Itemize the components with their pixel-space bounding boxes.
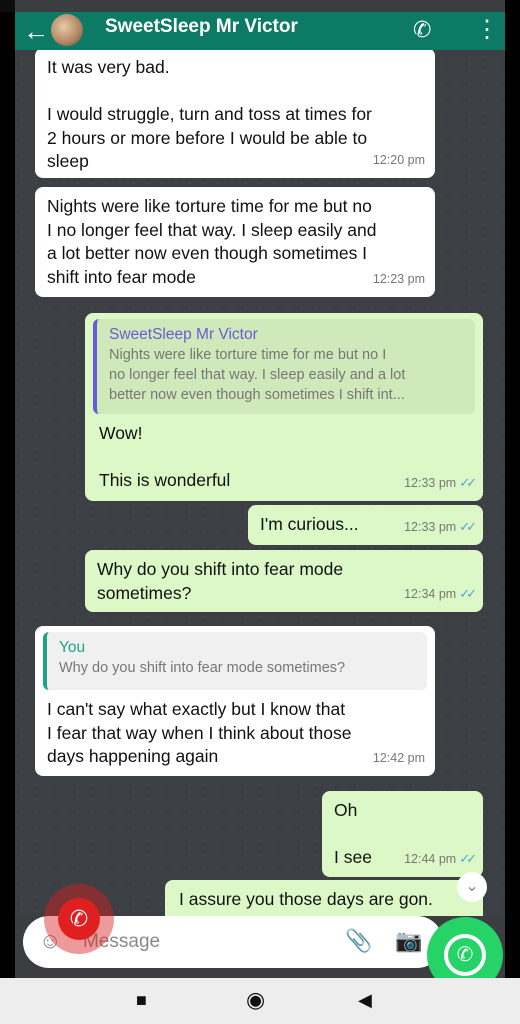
message-time: 12:34 pm	[404, 586, 457, 601]
chat-header: ← SweetSleep Mr Victor ✆ ⋮	[15, 12, 505, 50]
read-ticks-icon: ✓✓	[459, 850, 477, 866]
message-outgoing[interactable]: I'm curious... 12:33 pm ✓✓	[248, 505, 483, 545]
quoted-sender: SweetSleep Mr Victor	[109, 326, 258, 343]
message-time: 12:33 pm	[404, 519, 457, 534]
message-incoming[interactable]: Nights were like torture time for me but…	[35, 187, 435, 297]
message-text: I can't say what exactly but I know that…	[47, 699, 352, 766]
message-incoming[interactable]: It was very bad. I would struggle, turn …	[35, 50, 435, 178]
attach-icon[interactable]: 📎	[345, 928, 372, 954]
nav-back-icon[interactable]: ◀	[358, 990, 372, 1011]
quoted-text: Nights were like torture time for me but…	[109, 347, 406, 403]
message-status: 12:34 pm ✓✓	[404, 582, 477, 607]
message-time: 12:44 pm	[404, 851, 457, 866]
message-time: 12:20 pm	[372, 152, 425, 167]
message-time: 12:23 pm	[372, 271, 425, 286]
recents-icon[interactable]: ■	[136, 990, 147, 1011]
message-time: 12:42 pm	[372, 750, 425, 765]
more-options-icon[interactable]: ⋮	[475, 16, 499, 44]
scroll-down-icon[interactable]: ⌄	[457, 872, 487, 902]
read-ticks-icon: ✓✓	[459, 585, 477, 601]
message-status: 12:33 pm ✓✓	[404, 471, 477, 496]
read-ticks-icon: ✓✓	[459, 474, 477, 490]
quoted-message[interactable]: SweetSleep Mr Victor Nights were like to…	[93, 319, 475, 414]
message-text: It was very bad. I would struggle, turn …	[47, 57, 372, 171]
contact-name[interactable]: SweetSleep Mr Victor	[105, 16, 298, 38]
phone-icon: ✆	[58, 898, 100, 940]
message-outgoing[interactable]: I assure you those days are gon.	[165, 880, 483, 916]
chat-area[interactable]: It was very bad. I would struggle, turn …	[15, 50, 505, 916]
camera-icon[interactable]: 📷	[395, 928, 422, 954]
system-nav-bar: ■ ◉ ◀	[0, 978, 520, 1024]
back-arrow-icon[interactable]: ←	[23, 16, 49, 46]
message-outgoing[interactable]: Why do you shift into fear mode sometime…	[85, 550, 483, 612]
quoted-message[interactable]: You Why do you shift into fear mode some…	[43, 632, 427, 690]
message-text: I assure you those days are gon.	[179, 889, 433, 909]
home-icon[interactable]: ◉	[246, 987, 265, 1013]
message-text: Nights were like torture time for me but…	[47, 196, 377, 287]
call-button[interactable]: ✆	[44, 884, 114, 954]
message-outgoing[interactable]: Oh I see 12:44 pm ✓✓	[322, 791, 483, 877]
message-status: 12:33 pm ✓✓	[404, 515, 477, 540]
message-time: 12:33 pm	[404, 475, 457, 490]
add-call-icon[interactable]: ✆	[413, 16, 431, 44]
app-window: ← SweetSleep Mr Victor ✆ ⋮ It was very b…	[15, 0, 505, 1024]
quoted-sender: You	[59, 639, 86, 656]
quoted-text: Why do you shift into fear mode sometime…	[59, 660, 346, 676]
message-outgoing[interactable]: SweetSleep Mr Victor Nights were like to…	[85, 313, 483, 501]
message-incoming[interactable]: You Why do you shift into fear mode some…	[35, 626, 435, 776]
whatsapp-icon: ✆	[444, 934, 486, 976]
message-status: 12:44 pm ✓✓	[404, 847, 477, 872]
avatar[interactable]	[51, 14, 83, 46]
read-ticks-icon: ✓✓	[459, 518, 477, 534]
